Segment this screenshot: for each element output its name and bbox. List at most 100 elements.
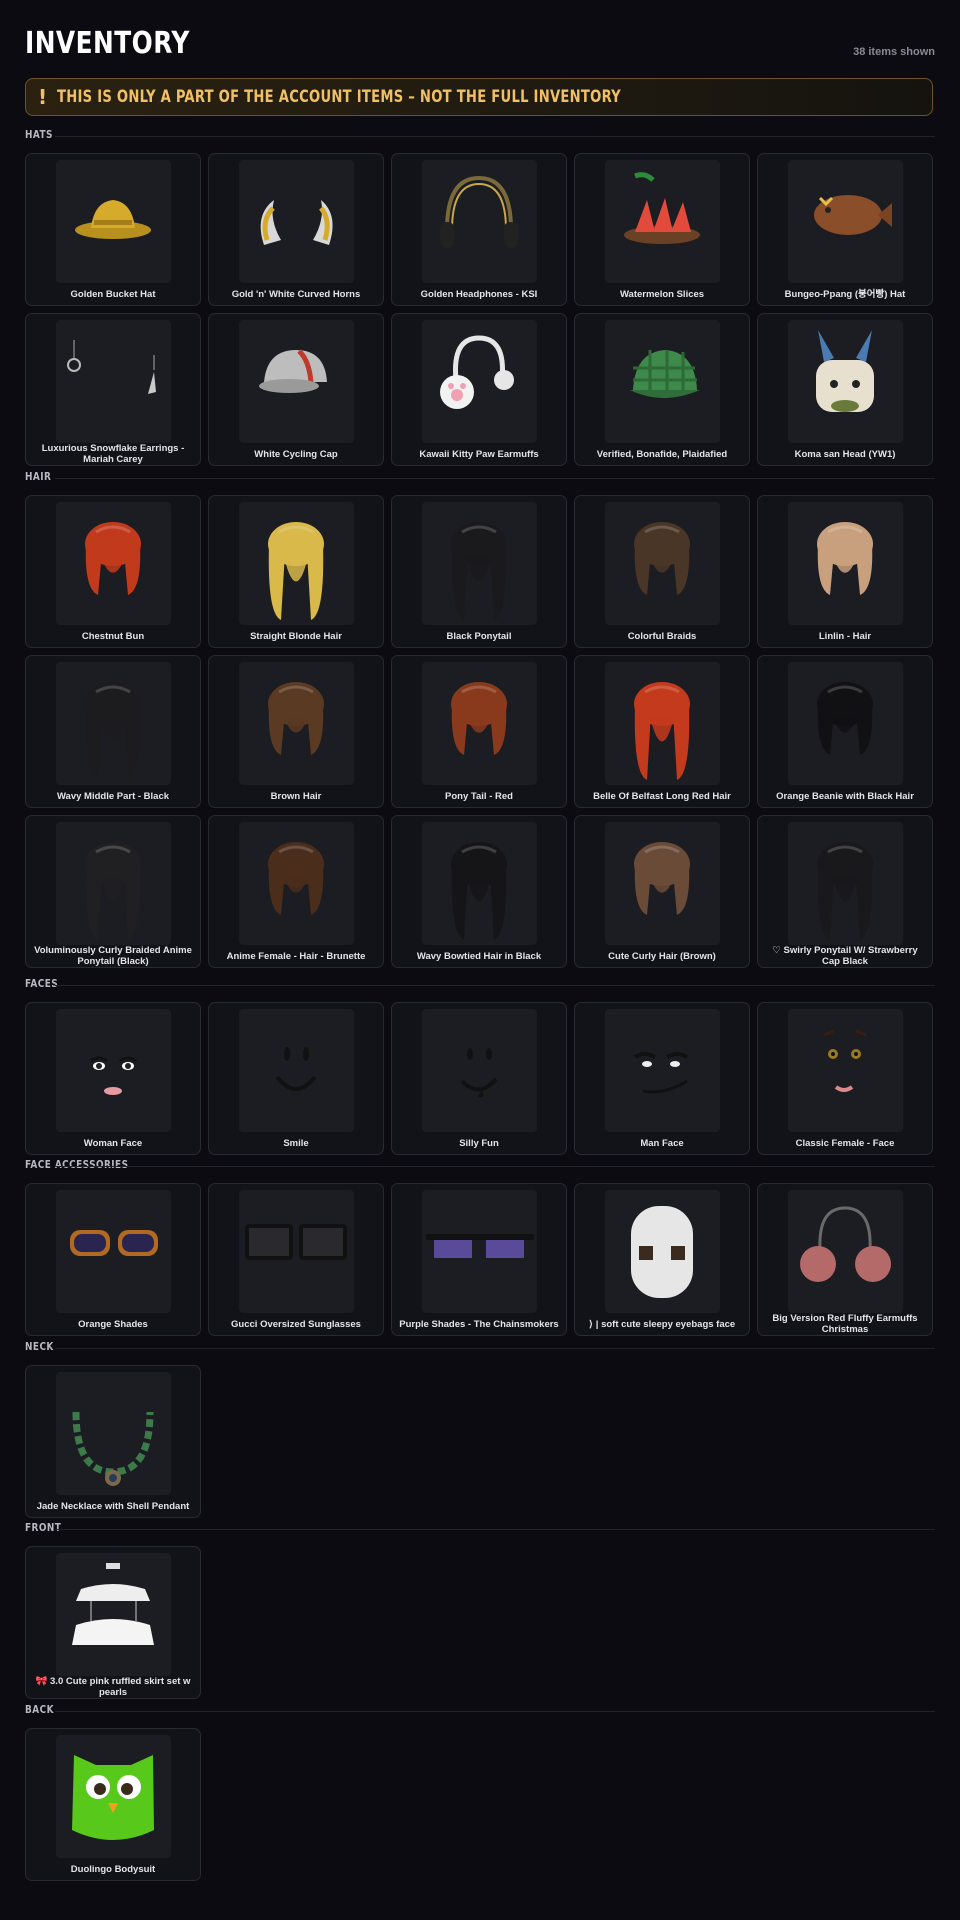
item-name: Smile (283, 1137, 309, 1149)
hair-icon (56, 822, 171, 945)
section-header: HATS (25, 128, 935, 148)
item-card[interactable]: Colorful Braids (574, 495, 750, 648)
face-icon (605, 1009, 720, 1132)
item-card[interactable]: White Cycling Cap (208, 313, 384, 466)
item-card[interactable]: Smile (208, 1002, 384, 1155)
section-header: FACES (25, 977, 935, 997)
headphones-icon (422, 160, 537, 283)
sunglasses-icon (56, 1190, 171, 1313)
item-grid: Duolingo Bodysuit (25, 1728, 935, 1881)
section-label: FACES (25, 977, 59, 990)
item-name: Cute Curly Hair (Brown) (608, 950, 716, 962)
item-card[interactable]: Classic Female - Face (757, 1002, 933, 1155)
items-count: 38 items shown (853, 46, 935, 58)
item-card[interactable]: Voluminously Curly Braided Anime Ponytai… (25, 815, 201, 968)
necklace-icon (56, 1372, 171, 1495)
item-name: Watermelon Slices (619, 288, 705, 300)
item-card[interactable]: Big Version Red Fluffy Earmuffs Christma… (757, 1183, 933, 1336)
item-card[interactable]: Linlin - Hair (757, 495, 933, 648)
item-grid: Chestnut Bun Straight Blonde Hair Black … (25, 495, 935, 968)
item-card[interactable]: Gold 'n' White Curved Horns (208, 153, 384, 306)
item-card[interactable]: Wavy Middle Part - Black (25, 655, 201, 808)
hair-icon (56, 662, 171, 785)
paw-earmuffs-icon (422, 320, 537, 443)
item-card[interactable]: Straight Blonde Hair (208, 495, 384, 648)
item-name: Orange Beanie with Black Hair (776, 790, 914, 802)
section-label: NECK (25, 1340, 54, 1353)
section-divider (55, 478, 935, 479)
item-card[interactable]: Duolingo Bodysuit (25, 1728, 201, 1881)
header: INVENTORY 38 items shown ! THIS IS ONLY … (25, 0, 935, 116)
item-card[interactable]: Silly Fun (391, 1002, 567, 1155)
item-card[interactable]: Luxurious Snowflake Earrings - Mariah Ca… (25, 313, 201, 466)
section-hair: HAIR Chestnut Bun Straight Blonde Hair B… (25, 470, 935, 968)
section-label: FACE ACCESSORIES (25, 1158, 129, 1171)
section-neck: NECK Jade Necklace with Shell Pendant (25, 1340, 935, 1518)
earrings-icon (56, 320, 171, 443)
cycling-cap-icon (239, 320, 354, 443)
item-card[interactable]: Jade Necklace with Shell Pendant (25, 1365, 201, 1518)
section-divider (55, 136, 935, 137)
section-label: HAIR (25, 470, 52, 483)
item-card[interactable]: ♡ Swirly Ponytail W/ Strawberry Cap Blac… (757, 815, 933, 968)
item-name: Chestnut Bun (81, 630, 145, 642)
item-name: Gucci Oversized Sunglasses (231, 1318, 361, 1330)
section-faces: FACES Woman Face Smile Silly Fun Man Face Cla… (25, 977, 935, 1155)
item-name: Bungeo-Ppang (붕어빵) Hat (784, 288, 906, 300)
item-name: ♡ Swirly Ponytail W/ Strawberry Cap Blac… (772, 945, 918, 967)
hair-icon (422, 822, 537, 945)
hair-icon (422, 502, 537, 625)
item-card[interactable]: Kawaii Kitty Paw Earmuffs (391, 313, 567, 466)
koma-head-icon (788, 320, 903, 443)
item-name: Colorful Braids (627, 630, 697, 642)
item-card[interactable]: Chestnut Bun (25, 495, 201, 648)
section-header: BACK (25, 1703, 935, 1723)
item-name: Wavy Bowtied Hair in Black (416, 950, 542, 962)
item-grid: Woman Face Smile Silly Fun Man Face Classic … (25, 1002, 935, 1155)
item-card[interactable]: Koma san Head (YW1) (757, 313, 933, 466)
item-name: Koma san Head (YW1) (794, 448, 896, 460)
item-name: Straight Blonde Hair (250, 630, 342, 642)
item-name: Woman Face (83, 1137, 143, 1149)
item-card[interactable]: Brown Hair (208, 655, 384, 808)
item-card[interactable]: Golden Bucket Hat (25, 153, 201, 306)
section-header: FRONT (25, 1521, 935, 1541)
warning-icon: ! (38, 85, 48, 109)
section-divider (55, 1348, 935, 1349)
item-name: Kawaii Kitty Paw Earmuffs (419, 448, 539, 460)
item-name: Golden Headphones - KSI (420, 288, 538, 300)
item-card[interactable]: Pony Tail - Red (391, 655, 567, 808)
hair-icon (239, 822, 354, 945)
item-name: Wavy Middle Part - Black (56, 790, 170, 802)
item-card[interactable]: Cute Curly Hair (Brown) (574, 815, 750, 968)
section-header: FACE ACCESSORIES (25, 1158, 935, 1178)
face-icon (56, 1009, 171, 1132)
page-title: INVENTORY (25, 26, 190, 61)
item-card[interactable]: Gucci Oversized Sunglasses (208, 1183, 384, 1336)
item-grid: Orange Shades Gucci Oversized Sunglasses P… (25, 1183, 935, 1336)
item-card[interactable]: Watermelon Slices (574, 153, 750, 306)
section-face-accessories: FACE ACCESSORIES Orange Shades Gucci Overs… (25, 1158, 935, 1336)
item-card[interactable]: 🎀 3.0 Cute pink ruffled skirt set w pear… (25, 1546, 201, 1699)
item-card[interactable]: ⟩ | soft cute sleepy eyebags face (574, 1183, 750, 1336)
item-card[interactable]: Purple Shades - The Chainsmokers (391, 1183, 567, 1336)
item-card[interactable]: Belle Of Belfast Long Red Hair (574, 655, 750, 808)
item-card[interactable]: Black Ponytail (391, 495, 567, 648)
item-card[interactable]: Orange Beanie with Black Hair (757, 655, 933, 808)
item-card[interactable]: Golden Headphones - KSI (391, 153, 567, 306)
section-divider (55, 1711, 935, 1712)
hair-icon (788, 662, 903, 785)
item-name: Anime Female - Hair - Brunette (226, 950, 366, 962)
hair-icon (422, 662, 537, 785)
item-card[interactable]: Woman Face (25, 1002, 201, 1155)
bucket-hat-icon (56, 160, 171, 283)
item-card[interactable]: Man Face (574, 1002, 750, 1155)
horns-icon (239, 160, 354, 283)
item-card[interactable]: Anime Female - Hair - Brunette (208, 815, 384, 968)
item-card[interactable]: Wavy Bowtied Hair in Black (391, 815, 567, 968)
item-card[interactable]: Orange Shades (25, 1183, 201, 1336)
item-name: Pony Tail - Red (445, 790, 513, 802)
item-card[interactable]: Verified, Bonafide, Plaidafied (574, 313, 750, 466)
item-card[interactable]: Bungeo-Ppang (붕어빵) Hat (757, 153, 933, 306)
mask-face-icon (605, 1190, 720, 1313)
